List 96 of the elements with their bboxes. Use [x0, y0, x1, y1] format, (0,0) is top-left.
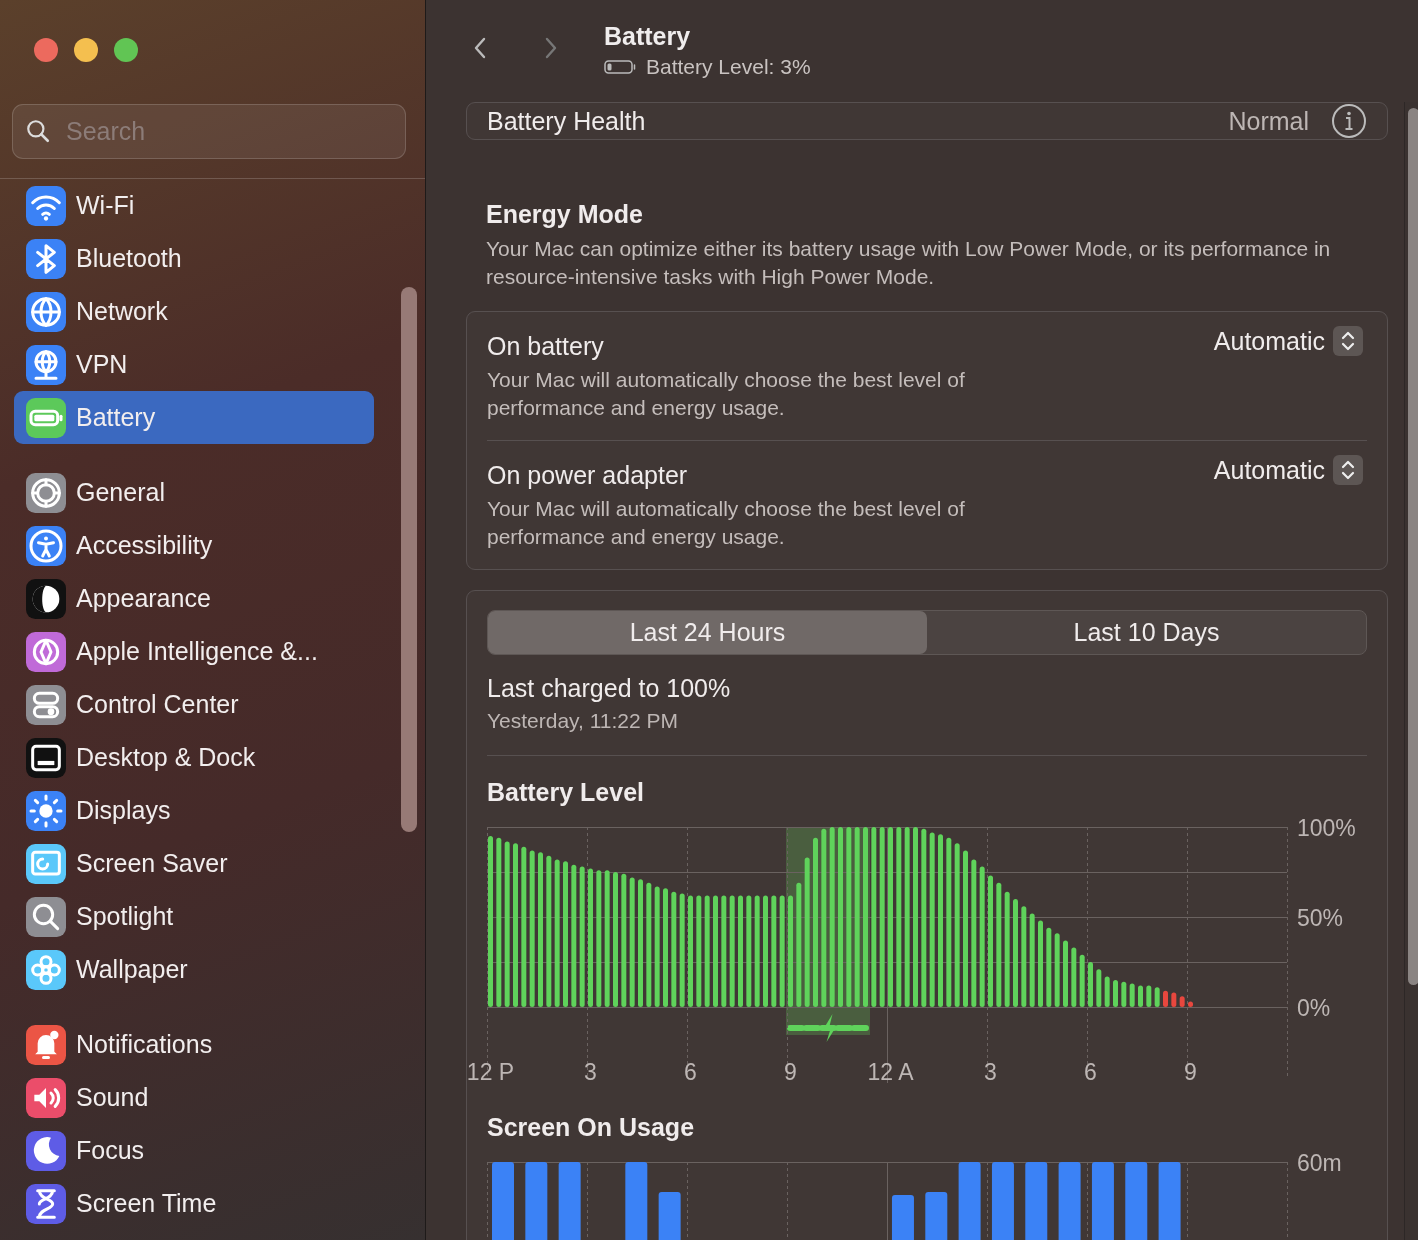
- bar: [1079, 954, 1085, 1007]
- bar: [1071, 947, 1077, 1007]
- option-description: Your Mac will automatically choose the best level of performance and energy usage.: [487, 496, 966, 550]
- axis-label: 0%: [1297, 995, 1331, 1021]
- bluetooth-icon: [26, 238, 66, 279]
- health-label: Battery Health: [487, 106, 646, 136]
- bar: [1154, 987, 1160, 1007]
- sidebar-item[interactable]: Battery: [14, 391, 374, 444]
- sidebar-item[interactable]: Desktop & Dock: [14, 731, 374, 784]
- speaker-icon: [26, 1077, 66, 1118]
- contrast-icon: [26, 578, 66, 619]
- globe-icon: [26, 291, 66, 332]
- sidebar-item[interactable]: General: [14, 466, 374, 519]
- forward-icon: [543, 35, 559, 61]
- axis-label: 60m: [1297, 1150, 1342, 1176]
- toggles-icon: [26, 684, 66, 725]
- last-charged-time: Yesterday, 11:22 PM: [487, 709, 680, 733]
- sidebar-item[interactable]: Accessibility: [14, 519, 374, 572]
- up-down-chevron-icon: [1333, 326, 1363, 356]
- bar: [1113, 980, 1118, 1007]
- axis-label: 12 A: [867, 1059, 914, 1085]
- bar: [1163, 990, 1168, 1007]
- sidebar-item[interactable]: Focus: [14, 1124, 374, 1177]
- sidebar-item[interactable]: Bluetooth: [14, 232, 374, 285]
- swirl-icon: [26, 631, 66, 672]
- battery-level-text: Battery Level: 3%: [646, 55, 811, 79]
- bar: [1171, 992, 1177, 1007]
- bar: [1104, 976, 1110, 1007]
- scrollbar-thumb[interactable]: [1408, 108, 1418, 985]
- sidebar-item[interactable]: Appearance: [14, 572, 374, 625]
- window-icon: [26, 737, 66, 778]
- option-description: Your Mac will automatically choose the best level of performance and energy usage.: [487, 367, 966, 421]
- bar: [1129, 983, 1135, 1007]
- bar: [1188, 1001, 1193, 1007]
- magnifier-icon: [26, 896, 66, 937]
- sidebar-item[interactable]: Wi-Fi: [14, 179, 374, 232]
- flower-icon: [26, 949, 66, 990]
- axis-label: 6: [1084, 1059, 1097, 1085]
- section-description: Your Mac can optimize either its battery usage with Low Power Mode, or its performance in resource-intensive tasks with High Power Mode.: [486, 236, 1332, 290]
- sidebar-item[interactable]: VPN: [14, 338, 374, 391]
- last-charged-text: Last charged to 100%: [487, 674, 732, 703]
- wifi-icon: [26, 185, 66, 226]
- up-down-chevron-icon: [1333, 455, 1363, 485]
- sidebar-item[interactable]: Notifications: [14, 1018, 374, 1071]
- moon-icon: [26, 1130, 66, 1171]
- sidebar-item[interactable]: Screen Saver: [14, 837, 374, 890]
- tab[interactable]: Last 10 Days: [927, 611, 1366, 654]
- accessibility-icon: [26, 525, 66, 566]
- bar: [1096, 969, 1102, 1007]
- info-icon: [1331, 103, 1367, 139]
- search-icon: [25, 118, 51, 144]
- gear-icon: [26, 472, 66, 513]
- bar: [1121, 981, 1127, 1007]
- axis-label: 3: [984, 1059, 997, 1085]
- sidebar-item[interactable]: Screen Time: [14, 1177, 374, 1230]
- bar: [1179, 996, 1185, 1007]
- zoom-button[interactable]: [114, 38, 138, 62]
- popup-button[interactable]: Automatic: [1213, 326, 1367, 356]
- bell-icon: [26, 1024, 66, 1065]
- sidebar-item[interactable]: Network: [14, 285, 374, 338]
- minimize-button[interactable]: [74, 38, 98, 62]
- axis-label: 9: [1184, 1059, 1197, 1085]
- bar: [1138, 985, 1143, 1007]
- axis-label: 3: [584, 1059, 597, 1085]
- tab[interactable]: Last 24 Hours: [488, 611, 927, 654]
- sidebar-item[interactable]: Spotlight: [14, 890, 374, 943]
- close-button[interactable]: [34, 38, 58, 62]
- chart-title: Screen On Usage: [487, 1113, 696, 1142]
- option-label: On power adapter: [487, 461, 689, 490]
- sidebar-item[interactable]: Sound: [14, 1071, 374, 1124]
- bar: [1146, 985, 1152, 1007]
- axis-label: 9: [784, 1059, 797, 1085]
- hourglass-icon: [26, 1183, 66, 1224]
- back-icon: [472, 35, 488, 61]
- sidebar-item[interactable]: Apple Intelligence &...: [14, 625, 374, 678]
- picture-icon: [26, 843, 66, 884]
- option-label: On battery: [487, 332, 605, 361]
- globe-icon: [26, 344, 66, 385]
- page-title: Battery: [604, 22, 692, 51]
- health-value: Normal: [1228, 106, 1309, 136]
- bar: [1063, 940, 1068, 1007]
- axis-label: 6: [684, 1059, 697, 1085]
- axis-label: 100%: [1297, 815, 1356, 841]
- sidebar-item[interactable]: Control Center: [14, 678, 374, 731]
- chart-title: Battery Level: [487, 778, 646, 807]
- battery-icon: [604, 59, 636, 75]
- battery-icon: [26, 397, 66, 438]
- scrollbar-thumb[interactable]: [401, 287, 417, 832]
- sidebar-item[interactable]: Wallpaper: [14, 943, 374, 996]
- axis-label: 50%: [1297, 905, 1344, 931]
- popup-button[interactable]: Automatic: [1213, 455, 1367, 485]
- axis-label: 12 P: [466, 1059, 515, 1085]
- sidebar-item[interactable]: Displays: [14, 784, 374, 837]
- section-title: Energy Mode: [486, 200, 644, 229]
- sun-icon: [26, 790, 66, 831]
- bar: [1088, 962, 1093, 1007]
